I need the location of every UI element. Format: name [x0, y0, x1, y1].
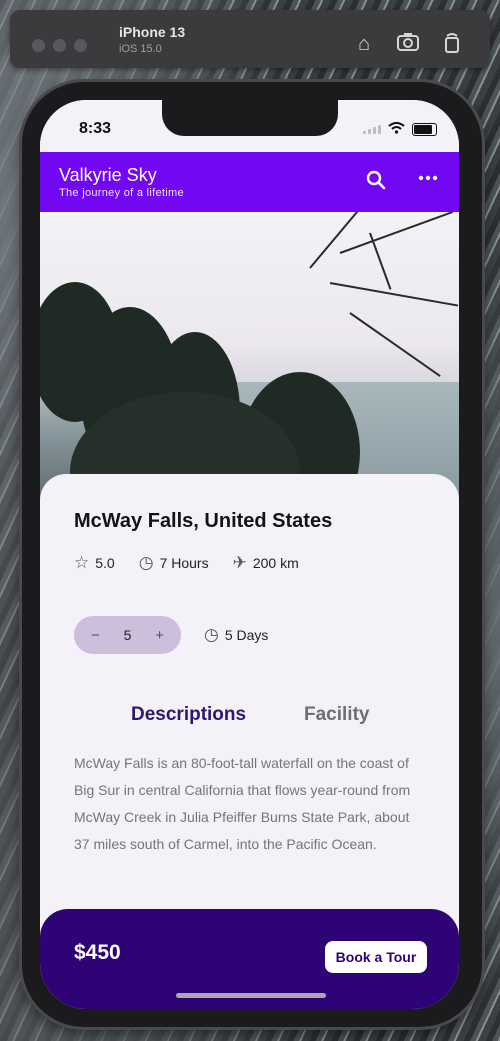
cellular-signal-icon	[363, 125, 381, 134]
app-subtitle: The journey of a lifetime	[59, 187, 184, 199]
days-value: 5 Days	[224, 626, 269, 643]
app-bar: Valkyrie Sky The journey of a lifetime	[40, 152, 459, 212]
duration-value: 7 Hours	[159, 554, 209, 571]
price: $450	[74, 941, 121, 964]
decrement-button[interactable]: −	[91, 627, 100, 644]
increment-button[interactable]: +	[155, 627, 164, 644]
battery-icon	[412, 123, 437, 136]
tab-descriptions[interactable]: Descriptions	[131, 704, 246, 726]
distance-stat: ✈ 200 km	[233, 554, 299, 571]
airplane-icon: ✈	[232, 553, 247, 572]
phone-screen: 8:33 Valkyrie Sky The journey of a lifet…	[40, 100, 459, 1009]
place-title: McWay Falls, United States	[74, 510, 333, 532]
quantity-value: 5	[123, 627, 132, 643]
rating-value: 5.0	[95, 554, 115, 571]
star-icon: ☆	[74, 553, 90, 572]
simulator-title-bar: iPhone 13 iOS 15.0 ⌂	[10, 10, 490, 68]
book-tour-button[interactable]: Book a Tour	[325, 941, 427, 973]
notch	[162, 100, 338, 136]
tree-branch	[309, 212, 363, 269]
rotate-icon[interactable]	[440, 32, 464, 56]
tab-bar: Descriptions Facility	[40, 704, 459, 734]
iphone-frame: 8:33 Valkyrie Sky The journey of a lifet…	[22, 82, 482, 1027]
app-title: Valkyrie Sky	[59, 165, 157, 185]
status-icons	[363, 122, 437, 137]
minimize-window-button[interactable]	[53, 39, 66, 52]
more-icon[interactable]	[418, 168, 438, 194]
detail-card: McWay Falls, United States ☆ 5.0 ◷ 7 Hou…	[40, 474, 459, 914]
home-icon[interactable]: ⌂	[352, 32, 376, 56]
status-bar: 8:33	[40, 100, 459, 152]
hero-image	[40, 212, 459, 502]
description-text: McWay Falls is an 80-foot-tall waterfall…	[74, 755, 411, 852]
search-icon[interactable]	[366, 170, 386, 196]
place-stats: ☆ 5.0 ◷ 7 Hours ✈ 200 km	[74, 554, 323, 571]
status-time: 8:33	[79, 120, 112, 137]
simulator-os-version: iOS 15.0	[119, 43, 162, 55]
days-stat: ◷ 5 Days	[204, 626, 268, 643]
duration-stat: ◷ 7 Hours	[139, 554, 209, 571]
close-window-button[interactable]	[32, 39, 45, 52]
quantity-stepper: − 5 +	[74, 616, 181, 654]
clock-icon: ◷	[138, 553, 154, 572]
tree-branch	[349, 312, 441, 377]
simulator-device-name: iPhone 13	[119, 24, 186, 40]
rating-stat: ☆ 5.0	[74, 554, 115, 571]
clock-icon: ◷	[204, 625, 219, 644]
tree-branch	[329, 282, 459, 307]
distance-value: 200 km	[252, 554, 299, 571]
screenshot-icon[interactable]	[396, 32, 420, 56]
tree-branch	[369, 232, 392, 290]
tree-branch	[339, 212, 454, 254]
wifi-icon	[388, 122, 405, 137]
tab-facility[interactable]: Facility	[304, 704, 369, 726]
zoom-window-button[interactable]	[74, 39, 87, 52]
home-indicator[interactable]	[176, 993, 326, 998]
